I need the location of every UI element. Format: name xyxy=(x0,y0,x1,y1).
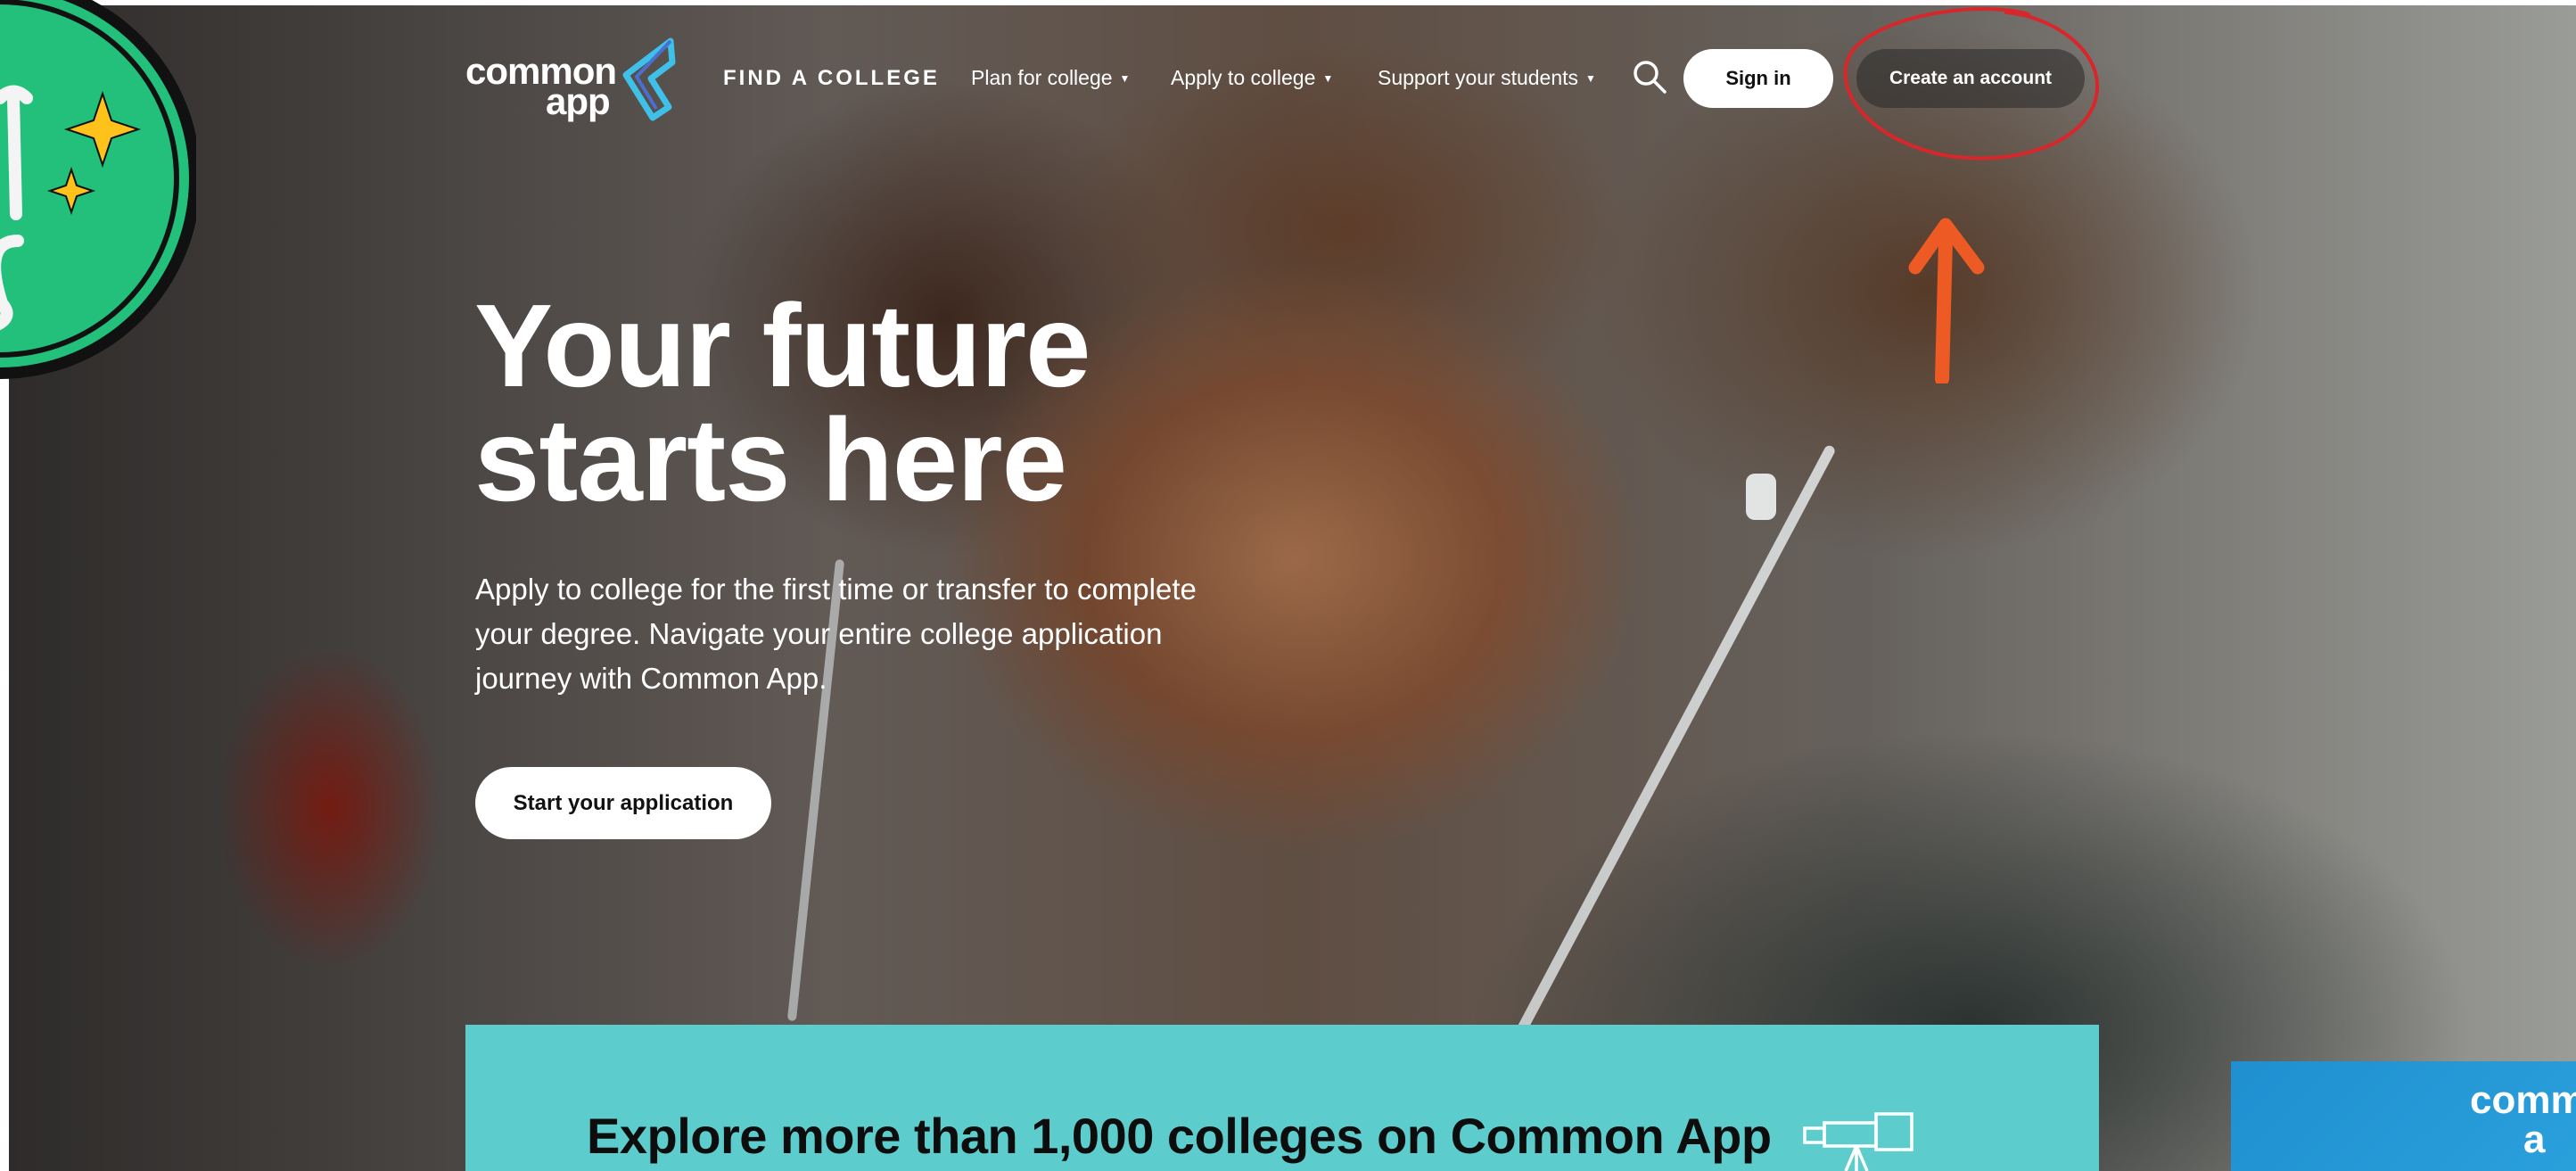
nav-find-a-college[interactable]: FIND A COLLEGE xyxy=(723,66,940,91)
banner-title: Explore more than 1,000 colleges on Comm… xyxy=(587,1108,1772,1164)
hero-subtitle: Apply to college for the first time or t… xyxy=(475,573,1197,695)
search-icon[interactable] xyxy=(1632,59,1667,95)
earphone-cable-right xyxy=(1509,443,1837,1048)
hero-title: Your future starts here xyxy=(474,280,1091,525)
side-card-line1: comm xyxy=(2470,1078,2576,1122)
nav-support-your-students[interactable]: Support your students ▼ xyxy=(1378,66,1596,90)
caret-down-icon: ▼ xyxy=(1322,71,1334,85)
logo-text-app: app xyxy=(546,80,611,122)
common-app-side-card[interactable]: comm a xyxy=(2231,1061,2576,1171)
logo-mark-icon xyxy=(622,37,676,121)
telescope-icon xyxy=(1803,1112,1913,1171)
nav-label: Apply to college xyxy=(1171,66,1316,89)
caret-down-icon: ▼ xyxy=(1119,71,1131,85)
common-app-logo[interactable]: common app xyxy=(465,37,679,127)
nav-apply-to-college[interactable]: Apply to college ▼ xyxy=(1171,66,1333,90)
side-card-line2: a xyxy=(2523,1117,2546,1161)
nav-plan-for-college[interactable]: Plan for college ▼ xyxy=(971,66,1130,90)
earbud xyxy=(1746,474,1776,520)
sign-in-button[interactable]: Sign in xyxy=(1683,49,1833,108)
hero-title-line1: Your future xyxy=(474,280,1091,411)
nav-label: Support your students xyxy=(1378,66,1579,89)
start-application-button[interactable]: Start your application xyxy=(475,767,771,839)
side-card-logo-text: comm a xyxy=(2470,1081,2576,1159)
hero-background xyxy=(9,5,2576,1171)
annotation-arrow-icon xyxy=(1908,218,1985,383)
nav-label: Plan for college xyxy=(971,66,1113,89)
annotation-circle xyxy=(1843,7,2100,161)
sticker-badge-icon xyxy=(0,0,196,379)
hero-title-line2: starts here xyxy=(474,394,1067,525)
explore-colleges-banner[interactable]: Explore more than 1,000 colleges on Comm… xyxy=(465,1025,2099,1171)
caret-down-icon: ▼ xyxy=(1585,71,1596,85)
